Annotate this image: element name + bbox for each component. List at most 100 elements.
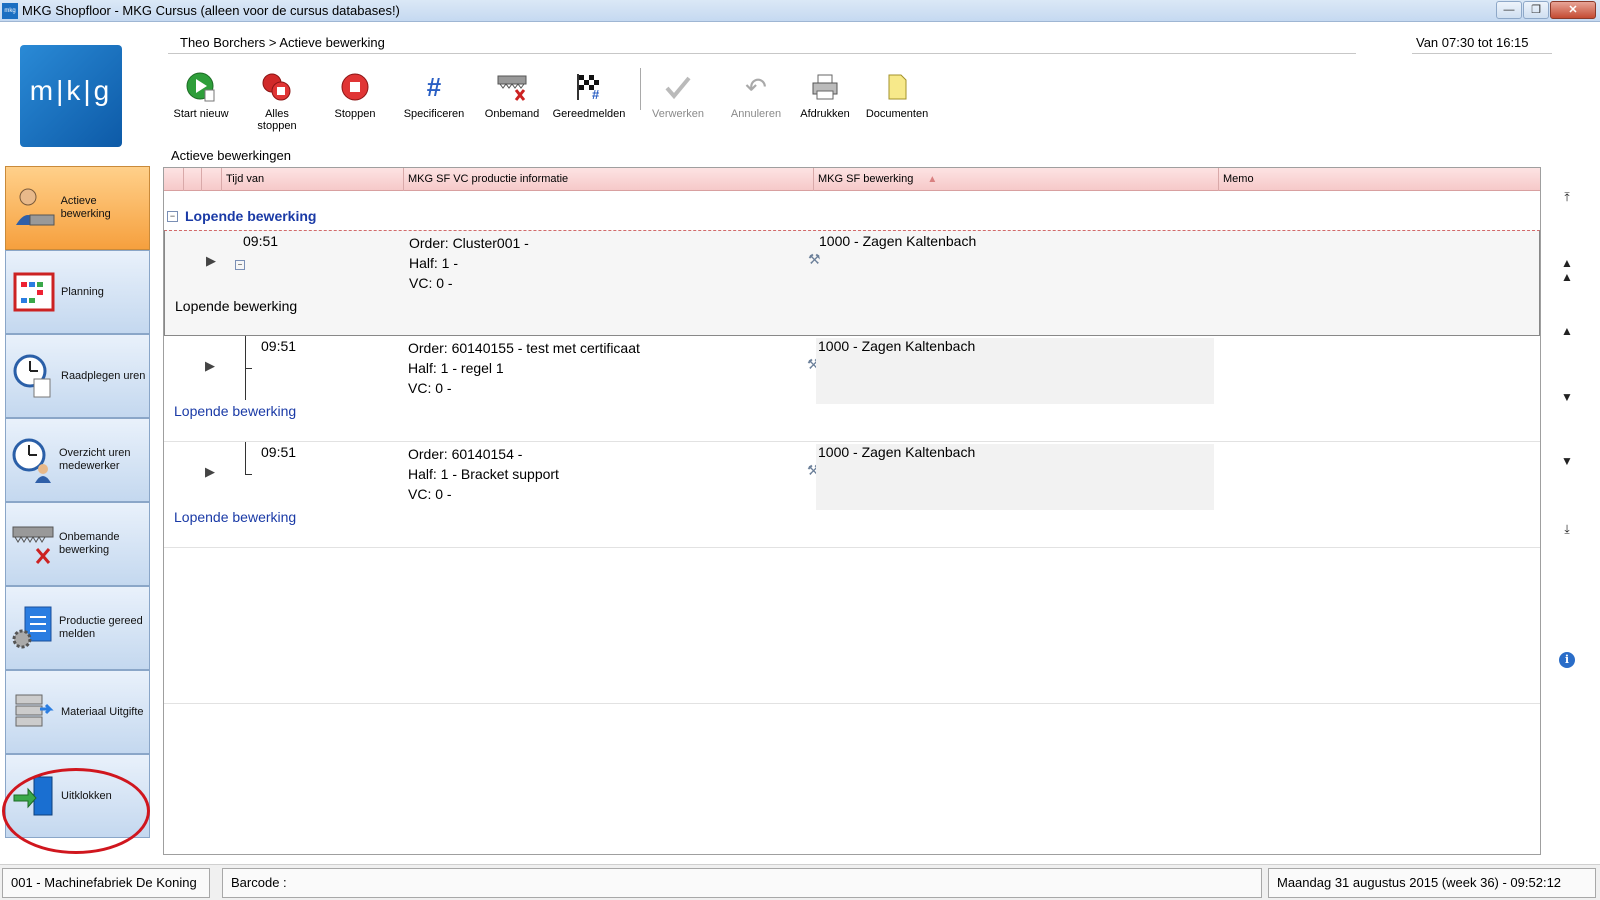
barcode-field[interactable]: Barcode : xyxy=(222,868,1262,898)
row-time: 09:51 xyxy=(243,233,279,249)
group-label: Lopende bewerking xyxy=(185,208,317,224)
specificeren-label: Specificeren xyxy=(403,108,465,120)
row-order: Order: Cluster001 - xyxy=(409,235,529,251)
last-record-icon[interactable]: ⤓ xyxy=(1559,522,1575,537)
datetime-field: Maandag 31 augustus 2015 (week 36) - 09:… xyxy=(1268,868,1596,898)
next-record-icon[interactable]: ▼ xyxy=(1559,390,1575,404)
mkg-logo: m|k|g xyxy=(20,45,122,147)
start-nieuw-label: Start nieuw xyxy=(173,108,229,120)
active-operations-grid: Tijd van MKG SF VC productie informatie … xyxy=(163,167,1541,855)
row-vc: VC: 0 - xyxy=(409,275,453,291)
play-icon[interactable]: ▶ xyxy=(205,464,215,480)
check-process-icon xyxy=(661,70,695,104)
sidebar-item-overzicht-uren[interactable]: Overzicht uren medewerker xyxy=(5,418,150,502)
row-half: Half: 1 - Bracket support xyxy=(408,466,559,482)
sidebar-item-label: Planning xyxy=(61,285,104,298)
row-operation: 1000 - Zagen Kaltenbach xyxy=(816,444,1214,510)
shift-time: Van 07:30 tot 16:15 xyxy=(1416,35,1529,50)
table-row[interactable]: ▶ 09:51 Order: 60140154 - Half: 1 - Brac… xyxy=(164,442,1540,548)
header-bewerking-label: MKG SF bewerking xyxy=(818,173,914,185)
onbemand-label: Onbemand xyxy=(484,108,540,120)
toolbar-separator xyxy=(640,68,642,110)
grid-header: Tijd van MKG SF VC productie informatie … xyxy=(164,168,1540,191)
specificeren-button[interactable]: # Specificeren xyxy=(402,68,466,124)
row-status[interactable]: Lopende bewerking xyxy=(174,509,296,525)
document-icon xyxy=(880,70,914,104)
stoppen-label: Stoppen xyxy=(334,108,376,120)
sidebar-item-materiaal-uitgifte[interactable]: Materiaal Uitgifte xyxy=(5,670,150,754)
afdrukken-button[interactable]: Afdrukken xyxy=(798,68,852,124)
sidebar-item-actieve-bewerking[interactable]: Actieve bewerking xyxy=(5,166,150,250)
header-cell-tree[interactable] xyxy=(202,168,222,191)
page-up-icon[interactable]: ▲ ▲ xyxy=(1559,256,1575,284)
play-icon[interactable]: ▶ xyxy=(206,253,216,269)
table-row[interactable]: ▶ − 09:51 Order: Cluster001 - Half: 1 - … xyxy=(164,230,1540,336)
clock-worker-icon xyxy=(11,435,55,485)
row-operation: 1000 - Zagen Kaltenbach xyxy=(816,338,1214,404)
row-order: Order: 60140155 - test met certificaat xyxy=(408,340,640,356)
saw-icon xyxy=(11,519,55,569)
first-record-icon[interactable]: ⤒ xyxy=(1559,190,1575,205)
onbemand-button[interactable]: Onbemand xyxy=(484,68,540,124)
collapse-icon[interactable]: − xyxy=(167,210,178,222)
row-half: Half: 1 - regel 1 xyxy=(408,360,504,376)
grid-title: Actieve bewerkingen xyxy=(171,148,291,163)
sort-ascending-icon: ▲ xyxy=(927,174,938,185)
gereedmelden-label: Gereedmelden xyxy=(552,108,626,120)
header-cell-expand[interactable] xyxy=(164,168,184,191)
annuleren-label: Annuleren xyxy=(730,108,782,120)
sidebar-item-label: Actieve bewerking xyxy=(60,195,111,220)
header-tijd-van[interactable]: Tijd van xyxy=(222,168,404,191)
sidebar-item-onbemande-bewerking[interactable]: Onbemande bewerking xyxy=(5,502,150,586)
printer-icon xyxy=(808,70,842,104)
sidebar-item-label: Overzicht uren medewerker xyxy=(59,447,131,472)
stoppen-button[interactable]: Stoppen xyxy=(330,68,380,124)
highlight-annotation-oval xyxy=(2,768,150,854)
row-time: 09:51 xyxy=(261,444,297,460)
page-down-icon[interactable]: ▼ xyxy=(1559,454,1575,468)
minimize-button[interactable]: — xyxy=(1496,1,1522,19)
row-time: 09:51 xyxy=(261,338,297,354)
company-field: 001 - Machinefabriek De Koning xyxy=(2,868,210,898)
tree-branch xyxy=(245,368,252,369)
sidebar-item-raadplegen-uren[interactable]: Raadplegen uren xyxy=(5,334,150,418)
breadcrumb: Theo Borchers > Actieve bewerking xyxy=(180,35,385,50)
row-order: Order: 60140154 - xyxy=(408,446,523,462)
clock-icon xyxy=(11,351,57,401)
gereedmelden-button[interactable]: # Gereedmelden xyxy=(552,68,626,124)
sidebar-item-productie-gereed[interactable]: Productie gereed melden xyxy=(5,586,150,670)
previous-record-icon[interactable]: ▲ xyxy=(1559,324,1575,338)
row-production-info: Order: 60140155 - test met certificaat H… xyxy=(408,338,640,398)
hash-icon: # xyxy=(426,71,442,102)
unmanned-saw-icon xyxy=(495,70,529,104)
row-production-info: Order: 60140154 - Half: 1 - Bracket supp… xyxy=(408,444,559,504)
sidebar-item-planning[interactable]: Planning xyxy=(5,250,150,334)
alles-stoppen-button[interactable]: Alles stoppen xyxy=(244,68,310,132)
header-memo[interactable]: Memo xyxy=(1219,168,1540,191)
start-nieuw-button[interactable]: Start nieuw xyxy=(172,68,230,124)
verwerken-button[interactable]: Verwerken xyxy=(650,68,706,124)
info-icon[interactable]: i xyxy=(1559,652,1575,668)
documenten-button[interactable]: Documenten xyxy=(864,68,930,124)
row-status[interactable]: Lopende bewerking xyxy=(174,403,296,419)
header-bewerking[interactable]: MKG SF bewerking ▲ xyxy=(814,168,1219,191)
svg-text:#: # xyxy=(592,87,600,102)
close-button[interactable]: ✕ xyxy=(1550,1,1596,19)
document-gear-icon xyxy=(11,603,55,653)
breadcrumb-divider xyxy=(168,53,1356,54)
row-status: Lopende bewerking xyxy=(175,298,298,314)
maximize-button[interactable]: ❐ xyxy=(1523,1,1549,19)
row-vc: VC: 0 - xyxy=(408,486,452,502)
group-header[interactable]: − Lopende bewerking xyxy=(167,208,316,224)
annuleren-button[interactable]: ↶ Annuleren xyxy=(728,68,784,124)
collapse-row-icon[interactable]: − xyxy=(235,260,245,270)
window-titlebar: mkg MKG Shopfloor - MKG Cursus (alleen v… xyxy=(0,0,1600,22)
worker-icon xyxy=(11,183,57,233)
header-cell-indicator[interactable] xyxy=(184,168,202,191)
undo-icon: ↶ xyxy=(745,71,767,102)
verwerken-label: Verwerken xyxy=(652,108,704,120)
documenten-label: Documenten xyxy=(865,108,929,120)
table-row[interactable]: ▶ 09:51 Order: 60140155 - test met certi… xyxy=(164,336,1540,442)
header-productie-info[interactable]: MKG SF VC productie informatie xyxy=(404,168,814,191)
play-icon[interactable]: ▶ xyxy=(205,358,215,374)
